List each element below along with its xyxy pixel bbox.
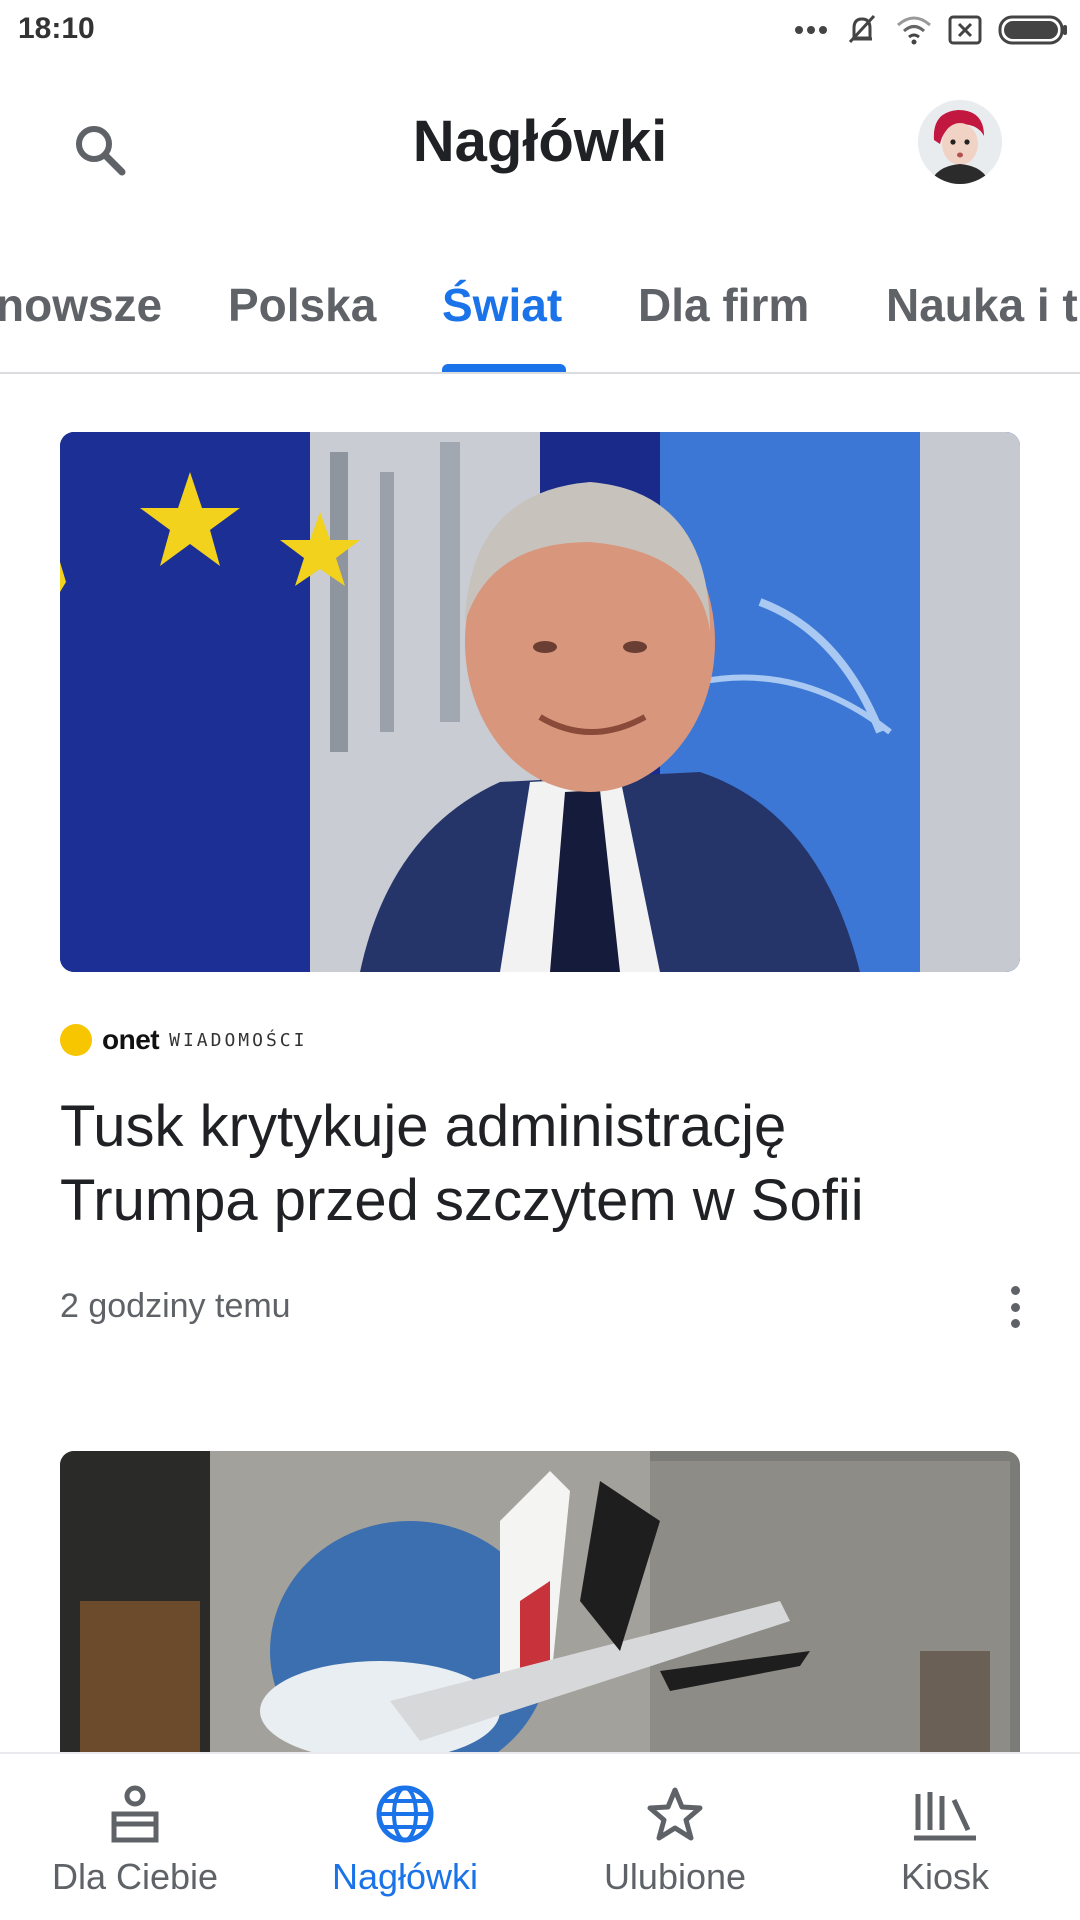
no-sim-icon — [948, 15, 982, 45]
battery-icon — [998, 15, 1067, 45]
more-notifications-icon — [795, 26, 827, 34]
nav-label: Kiosk — [900, 1856, 990, 1897]
article-time: 2 godziny temu — [60, 1287, 291, 1325]
onet-logo-icon — [60, 1024, 92, 1056]
article-image-2[interactable] — [60, 1451, 1020, 1771]
source-subtitle: WIADOMOŚCI — [169, 1029, 308, 1051]
tab-najnowsze[interactable]: nowsze — [0, 278, 162, 332]
nav-label: Ulubione — [603, 1856, 747, 1897]
status-bar: 18:10 — [0, 0, 1080, 60]
active-tab-indicator — [442, 364, 566, 372]
nav-label: Dla Ciebie — [51, 1856, 219, 1897]
article-photo-2 — [60, 1451, 1020, 1771]
person-icon — [111, 1785, 159, 1843]
nav-dla-ciebie[interactable]: Dla Ciebie — [0, 1754, 270, 1920]
newsstand-icon — [914, 1792, 976, 1841]
category-tabs: nowsze Polska Świat Dla firm Nauka i t — [0, 256, 1080, 374]
silent-mode-icon — [848, 14, 876, 44]
article-image[interactable] — [60, 432, 1020, 972]
nav-naglowki[interactable]: Nagłówki — [270, 1754, 540, 1920]
bottom-navigation: Dla Ciebie Nagłówki Ulubione Kiosk — [0, 1752, 1080, 1920]
more-vert-icon — [1010, 1286, 1020, 1295]
tab-dla-firm[interactable]: Dla firm — [638, 278, 809, 332]
avatar-image — [918, 100, 1002, 184]
nav-ulubione[interactable]: Ulubione — [540, 1754, 810, 1920]
avatar[interactable] — [918, 100, 1002, 184]
tab-nauka[interactable]: Nauka i t — [886, 278, 1078, 332]
wifi-icon — [897, 16, 931, 45]
source-name: onet — [102, 1024, 160, 1055]
article-headline[interactable]: Tusk krytykuje administrację Trumpa prze… — [60, 1090, 960, 1238]
tab-swiat[interactable]: Świat — [442, 278, 562, 332]
globe-icon — [376, 1785, 434, 1843]
more-options-button[interactable] — [1000, 1282, 1030, 1332]
status-icons — [794, 12, 1068, 48]
nav-kiosk[interactable]: Kiosk — [810, 1754, 1080, 1920]
tab-polska[interactable]: Polska — [228, 278, 376, 332]
app-bar: Nagłówki — [0, 60, 1080, 230]
status-time: 18:10 — [18, 12, 95, 45]
star-icon — [647, 1787, 703, 1841]
nav-label: Nagłówki — [331, 1856, 479, 1897]
article-source[interactable]: onet WIADOMOŚCI — [60, 1020, 307, 1060]
article-photo — [60, 432, 1020, 972]
